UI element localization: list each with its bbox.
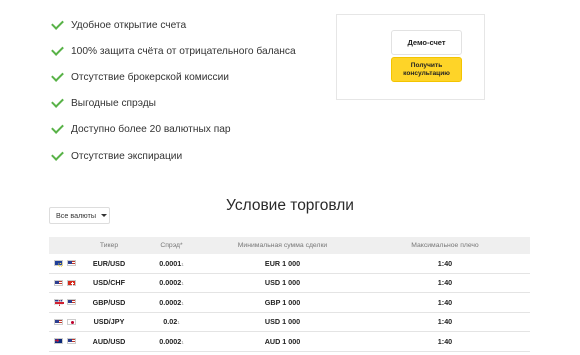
eu-flag-icon: [54, 260, 63, 268]
trading-conditions-table: Тикер Спрэд* Минимальная сумма сделки Ма…: [49, 237, 530, 352]
header-leverage: Максимальное плечо: [411, 242, 479, 249]
feature-item: Удобное открытие счета: [51, 12, 332, 38]
feature-item: Доступно более 20 валютных пар: [51, 117, 332, 143]
spread-cell: 0.00011: [159, 258, 184, 268]
spread-cell: 0.021: [163, 317, 180, 327]
feature-label: Выгодные спрэды: [71, 98, 156, 110]
cta-panel: Демо-счет Получить консультацию: [336, 14, 485, 100]
check-icon: [51, 69, 64, 82]
feature-item: Выгодные спрэды: [51, 91, 332, 117]
leverage-cell: 1:40: [437, 258, 453, 268]
us-flag-icon: [67, 260, 76, 267]
check-icon: [51, 16, 64, 30]
ch-flag-icon: [67, 279, 76, 286]
feature-label: 100% защита счёта от отрицательного бала…: [71, 45, 296, 57]
us-flag-icon: [54, 279, 63, 286]
feature-label: Удобное открытие счета: [71, 19, 187, 31]
au-flag-icon: [54, 338, 63, 345]
feature-label: Отсутствие экспирации: [71, 150, 183, 162]
min-amount-cell: EUR 1 000: [264, 258, 301, 268]
leverage-cell: 1:40: [437, 317, 453, 327]
section-title: Условие торговли: [226, 197, 354, 214]
table-row: USD/JPY 0.021 USD 1 000 1:40: [49, 313, 530, 332]
ticker-cell: USD/JPY: [93, 317, 125, 327]
ticker-cell: USD/CHF: [93, 278, 125, 288]
min-amount-cell: USD 1 000: [264, 278, 301, 288]
jp-flag-icon: [67, 318, 76, 325]
feature-item: Отсутствие экспирации: [51, 143, 332, 169]
table-header: Тикер Спрэд* Минимальная сумма сделки Ма…: [49, 237, 530, 254]
get-consultation-button[interactable]: Получить консультацию: [391, 57, 462, 82]
feature-list: Удобное открытие счета 100% защита счёта…: [51, 12, 332, 169]
check-icon: [51, 95, 64, 109]
leverage-cell: 1:40: [437, 278, 453, 288]
leverage-cell: 1:40: [437, 297, 453, 307]
table-row: USD/CHF 0.00021 USD 1 000 1:40: [49, 274, 530, 293]
demo-account-button[interactable]: Демо-счет: [391, 30, 462, 55]
feature-item: Отсутствие брокерской комиссии: [51, 64, 332, 90]
min-amount-cell: AUD 1 000: [264, 336, 301, 346]
header-spread: Спрэд*: [160, 242, 183, 249]
ticker-cell: EUR/USD: [92, 258, 126, 268]
feature-label: Отсутствие брокерской комиссии: [71, 71, 229, 83]
leverage-cell: 1:40: [437, 336, 453, 346]
us-flag-icon: [67, 338, 76, 345]
spread-cell: 0.00021: [159, 278, 184, 288]
table-row: AUD/USD 0.00021 AUD 1 000 1:40: [49, 332, 530, 352]
spread-cell: 0.00021: [159, 336, 184, 346]
min-amount-cell: GBP 1 000: [264, 297, 301, 307]
header-min-amount: Минимальная сумма сделки: [237, 242, 328, 249]
ticker-cell: GBP/USD: [92, 297, 126, 307]
spread-cell: 0.00021: [159, 297, 184, 307]
feature-item: 100% защита счёта от отрицательного бала…: [51, 38, 332, 64]
header-ticker: Тикер: [99, 242, 119, 249]
us-flag-icon: [67, 299, 76, 306]
min-amount-cell: USD 1 000: [264, 317, 301, 327]
check-icon: [51, 42, 64, 56]
check-icon: [51, 147, 64, 161]
gb-flag-icon: [54, 299, 64, 307]
feature-label: Доступно более 20 валютных пар: [71, 124, 231, 136]
us-flag-icon: [54, 318, 63, 325]
ticker-cell: AUD/USD: [92, 336, 126, 346]
table-row: EUR/USD 0.00011 EUR 1 000 1:40: [49, 254, 530, 274]
table-row: GBP/USD 0.00021 GBP 1 000 1:40: [49, 293, 530, 313]
check-icon: [51, 121, 64, 135]
